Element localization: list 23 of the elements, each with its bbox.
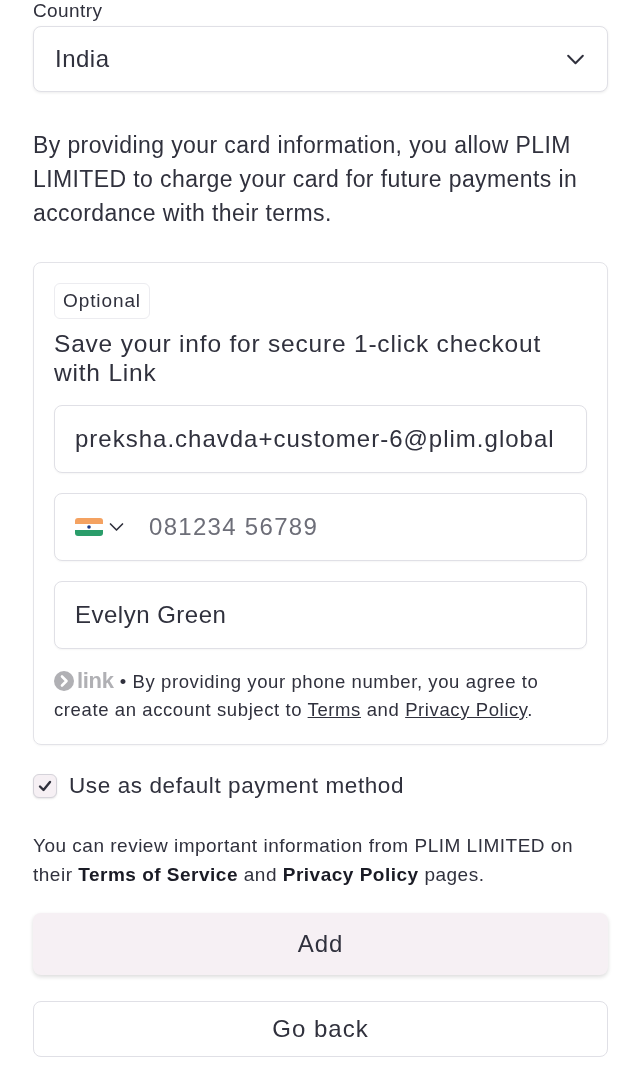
country-select[interactable]: India — [33, 26, 608, 92]
flag-icon — [75, 518, 103, 536]
back-button[interactable]: Go back — [33, 1001, 608, 1057]
field-label: Country — [33, 0, 104, 22]
review-info-text: You can review important information from PLIM LIMITED on their Terms of Service and Privacy Policy pages. — [33, 834, 574, 887]
link-legal-text: link • By providing your phone number, you agree to create an account subject to Terms and Privacy Policy. — [54, 667, 540, 722]
name-field[interactable]: Evelyn Green — [54, 581, 587, 649]
link-signup-title: Save your info for secure 1-click checkout with Link — [54, 329, 543, 387]
phone-field[interactable]: 081234 56789 — [54, 493, 587, 561]
checkmark-icon — [38, 780, 52, 792]
link-logo-icon — [54, 671, 74, 691]
checkbox-label: Use as default payment method — [69, 773, 405, 799]
legal-link[interactable]: Terms — [307, 699, 361, 720]
checkbox[interactable] — [33, 774, 57, 798]
optional-badge: Optional — [54, 283, 150, 319]
country-code-button[interactable] — [75, 518, 124, 536]
add-button[interactable]: Add — [33, 913, 608, 975]
chevron-down-icon — [566, 53, 585, 65]
legal-link[interactable]: Privacy Policy — [405, 699, 528, 720]
authorization-text: By providing your card information, you allow PLIM LIMITED to charge your card for future payments in accordance with their terms. — [33, 131, 579, 228]
chevron-down-icon — [109, 522, 124, 532]
email-field[interactable]: preksha.chavda+customer-6@plim.global — [54, 405, 587, 473]
link-wordmark: link — [77, 668, 114, 693]
